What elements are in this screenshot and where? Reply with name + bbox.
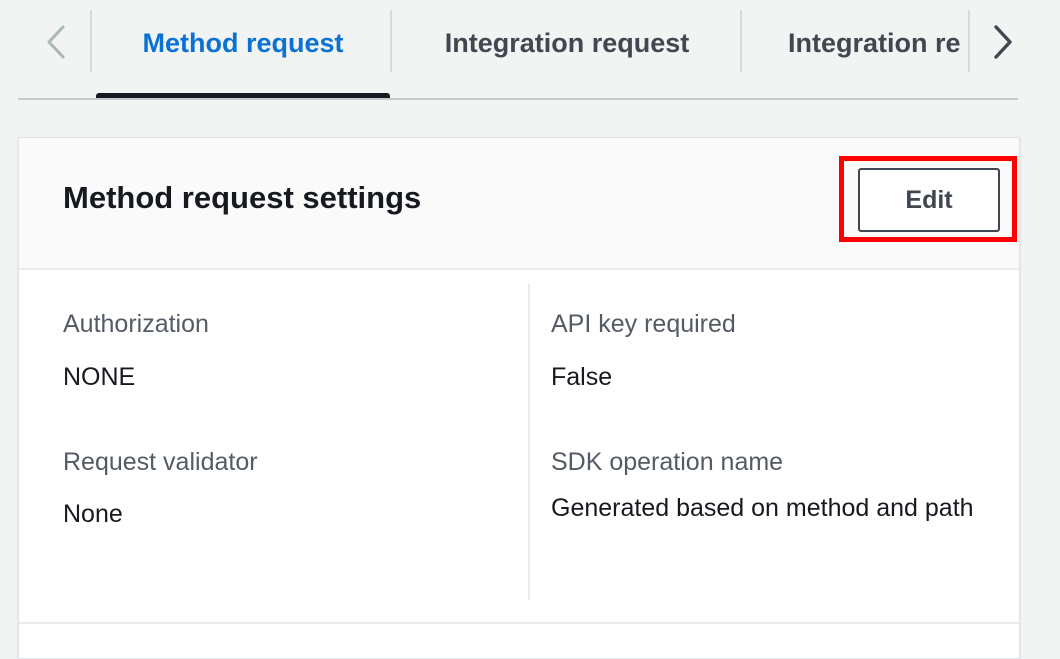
api-key-required-value: False bbox=[551, 363, 613, 391]
tab-separator bbox=[968, 10, 970, 72]
tab-separator bbox=[90, 10, 92, 72]
panel-header: Method request settings Edit bbox=[19, 138, 1019, 270]
active-tab-indicator bbox=[96, 93, 390, 98]
sdk-operation-name-label: SDK operation name bbox=[551, 448, 784, 476]
sdk-operation-name-value: Generated based on method and path bbox=[551, 494, 974, 522]
tab-label: Method request bbox=[142, 27, 344, 58]
edit-button[interactable]: Edit bbox=[858, 168, 1000, 232]
column-divider bbox=[528, 284, 530, 600]
tab-method-request[interactable]: Method request bbox=[96, 0, 390, 86]
panel-title: Method request settings bbox=[63, 180, 422, 215]
tab-separator bbox=[740, 10, 742, 72]
authorization-value: NONE bbox=[63, 363, 136, 391]
chevron-left-icon[interactable] bbox=[36, 22, 76, 62]
chevron-right-icon[interactable] bbox=[983, 22, 1023, 62]
tab-integration-request[interactable]: Integration request bbox=[394, 0, 740, 86]
api-key-required-label: API key required bbox=[551, 310, 736, 338]
request-validator-label: Request validator bbox=[63, 448, 258, 476]
authorization-label: Authorization bbox=[63, 310, 209, 338]
tab-integration-response[interactable]: Integration re bbox=[788, 0, 970, 86]
tab-label: Integration request bbox=[444, 27, 690, 58]
panel-divider bbox=[19, 622, 1019, 624]
tab-bar: Method request Integration request Integ… bbox=[18, 0, 1018, 100]
request-validator-value: None bbox=[63, 500, 123, 528]
tab-label: Integration re bbox=[788, 27, 961, 58]
tab-separator bbox=[390, 10, 392, 72]
method-request-settings-panel: Method request settings Edit Authorizati… bbox=[18, 137, 1020, 659]
